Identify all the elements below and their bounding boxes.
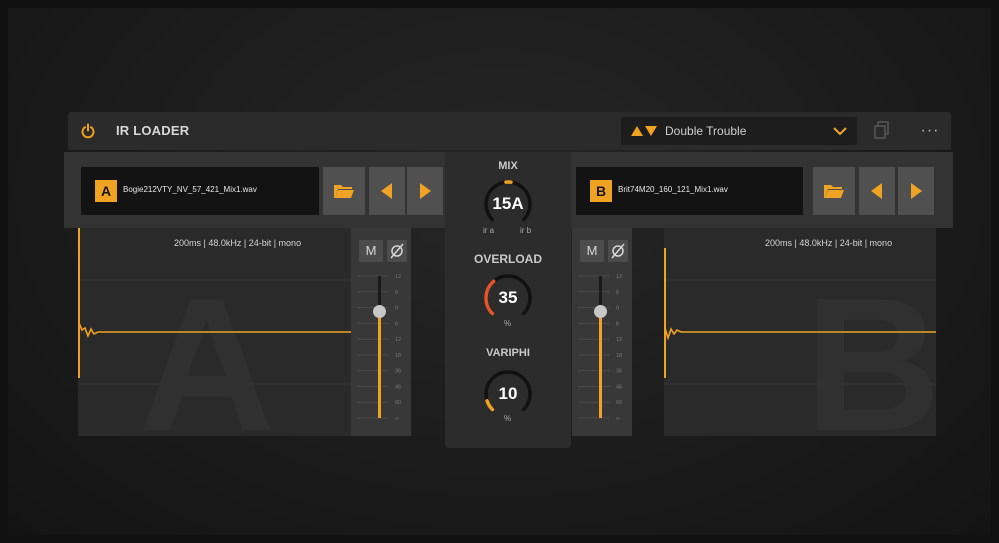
preset-name: Double Trouble: [665, 124, 747, 138]
slot-b-waveform: B 200ms | 48.0kHz | 24-bit | mono: [664, 228, 941, 471]
fader-scale-label: 45: [395, 384, 401, 390]
variphi-value: 10: [498, 384, 518, 403]
mix-label: MIX: [498, 160, 518, 172]
mix-value: 15A: [492, 194, 524, 213]
slot-a-channel-strip: M 12 6 0 6 12 18 36 45 60 ∞: [351, 228, 411, 436]
slot-b-filename: Brit74M20_160_121_Mix1.wav: [618, 185, 728, 194]
arrow-right-icon: [420, 183, 431, 199]
arrow-right-icon: [911, 183, 922, 199]
power-icon[interactable]: [80, 123, 96, 139]
preset-prev-next-icon[interactable]: [631, 125, 659, 137]
slot-a-mute-button[interactable]: M: [359, 240, 383, 262]
fader-scale-label: 12: [395, 274, 401, 280]
slot-a-open-button[interactable]: [323, 167, 365, 215]
fader-scale-label: ∞: [616, 416, 620, 422]
arrow-left-icon: [381, 183, 392, 199]
overload-knob[interactable]: 35: [480, 270, 536, 326]
phase-invert-icon: [390, 243, 404, 259]
arrow-left-icon: [871, 183, 882, 199]
fader-level: [599, 311, 602, 418]
variphi-label: VARIPHI: [486, 347, 530, 359]
fader-level: [378, 311, 381, 418]
ir-loader-plugin: IR LOADER Double Trouble ··· A Bogie212V…: [64, 112, 953, 471]
slot-b-info: 200ms | 48.0kHz | 24-bit | mono: [765, 238, 893, 248]
more-options-button[interactable]: ···: [915, 121, 945, 141]
fader-scale-label: 0: [395, 306, 398, 312]
folder-icon: [334, 185, 354, 198]
slot-a-badge: A: [95, 180, 117, 202]
copy-icon[interactable]: [874, 121, 892, 141]
fader-scale-label: 12: [616, 274, 622, 280]
fader-scale-label: 6: [616, 290, 619, 296]
slot-a-volume-fader[interactable]: 126061218364560∞: [351, 268, 411, 434]
phase-invert-icon: [611, 243, 625, 259]
slot-b-file-display[interactable]: B Brit74M20_160_121_Mix1.wav: [576, 167, 803, 215]
fader-scale-label: 6: [395, 321, 398, 327]
center-controls: MIX 15A ir a ir b OVERLOAD 35 % VARIPHI …: [445, 152, 571, 448]
slot-b-open-button[interactable]: [813, 167, 855, 215]
slot-b-channel-strip: M 12 6 0 6 12 18 36 45 60 ∞: [572, 228, 632, 436]
fader-scale-label: 60: [616, 400, 622, 406]
slot-a-waveform: A 200ms | 48.0kHz | 24-bit | mono: [78, 228, 351, 471]
variphi-unit: %: [504, 414, 512, 423]
overload-value: 35: [498, 288, 518, 307]
fader-scale-label: 18: [616, 353, 622, 359]
slot-b-badge: B: [590, 180, 612, 202]
fader-scale-label: 36: [616, 369, 622, 375]
slot-a-next-button[interactable]: [407, 167, 443, 215]
slot-a-info: 200ms | 48.0kHz | 24-bit | mono: [174, 238, 302, 248]
slot-a-filename: Bogie212VTY_NV_57_421_Mix1.wav: [123, 185, 257, 194]
slot-a-panel: A Bogie212VTY_NV_57_421_Mix1.wav: [64, 152, 447, 228]
mix-right-label: ir b: [520, 226, 532, 235]
fader-handle: [373, 305, 386, 319]
app-title: IR LOADER: [116, 123, 190, 138]
title-bar: IR LOADER Double Trouble ···: [68, 112, 951, 150]
fader-handle: [594, 305, 607, 319]
slot-b-phase-button[interactable]: [608, 240, 628, 262]
slot-a-phase-button[interactable]: [387, 240, 407, 262]
fader-scale-label: 18: [395, 353, 401, 359]
overload-unit: %: [504, 319, 512, 328]
mix-left-label: ir a: [483, 226, 495, 235]
fader-scale-label: 6: [395, 290, 398, 296]
fader-scale-label: ∞: [395, 416, 399, 422]
fader-scale-label: 60: [395, 400, 401, 406]
slot-a-waveform-plot: [78, 228, 351, 385]
slot-a-file-display[interactable]: A Bogie212VTY_NV_57_421_Mix1.wav: [81, 167, 319, 215]
fader-scale-label: 45: [616, 384, 622, 390]
overload-label: OVERLOAD: [473, 252, 542, 266]
mix-knob[interactable]: 15A: [480, 176, 536, 232]
slot-b-next-button[interactable]: [898, 167, 934, 215]
slot-b-panel: B Brit74M20_160_121_Mix1.wav: [561, 152, 953, 228]
fader-scale-label: 12: [395, 337, 401, 343]
slot-a-prev-button[interactable]: [369, 167, 405, 215]
slot-b-prev-button[interactable]: [859, 167, 895, 215]
chevron-down-icon[interactable]: [833, 126, 847, 136]
folder-icon: [824, 185, 844, 198]
fader-scale-label: 0: [616, 306, 619, 312]
slot-b-mute-button[interactable]: M: [580, 240, 604, 262]
preset-selector[interactable]: Double Trouble: [621, 117, 857, 145]
fader-scale-label: 36: [395, 369, 401, 375]
fader-scale-label: 6: [616, 321, 619, 327]
slot-b-volume-fader[interactable]: 126061218364560∞: [572, 268, 632, 434]
slot-b-waveform-plot: [664, 248, 936, 385]
fader-scale-label: 12: [616, 337, 622, 343]
